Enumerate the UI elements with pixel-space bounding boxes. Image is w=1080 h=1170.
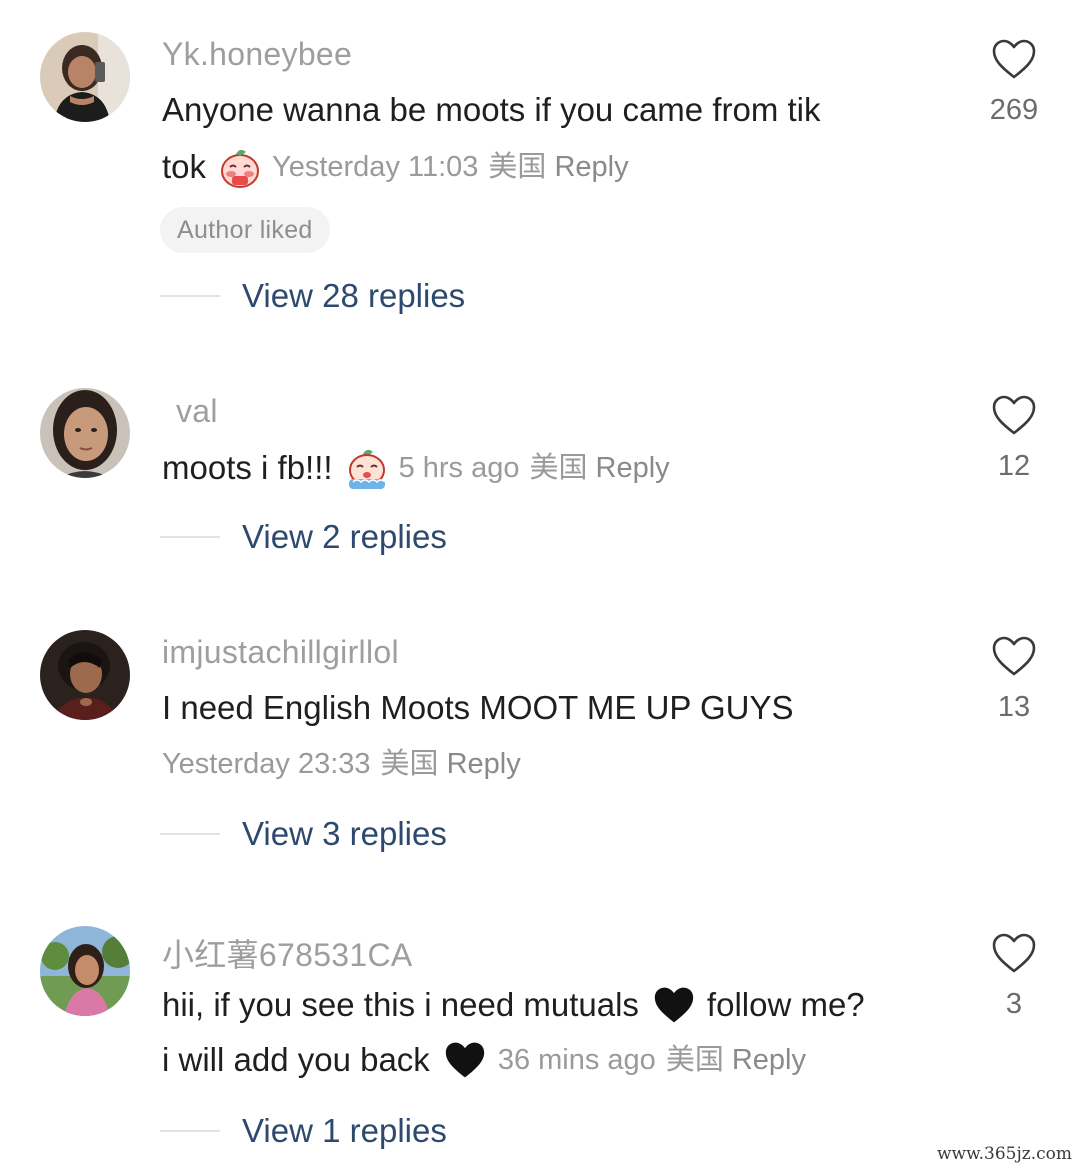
comment-timestamp: Yesterday 11:03 bbox=[272, 151, 479, 183]
view-replies-label: View 2 replies bbox=[242, 518, 447, 555]
comment-text: hii, if you see this i need mutuals foll… bbox=[162, 985, 865, 1025]
comment-text-line: tok bbox=[162, 148, 207, 185]
comment-text-continued: tok Yesterday 11:03 美国 Reply bbox=[162, 145, 629, 189]
username[interactable]: 小红薯678531CA bbox=[162, 930, 413, 976]
comment-text-line: hii, if you see this i need mutuals bbox=[162, 986, 639, 1023]
avatar[interactable] bbox=[40, 388, 130, 478]
heart-outline-icon[interactable] bbox=[991, 932, 1037, 974]
view-replies-button[interactable]: View 2 replies bbox=[160, 518, 447, 556]
comment-text-continued: i will add you back 36 mins ago 美国 Reply bbox=[162, 1040, 806, 1080]
avatar[interactable] bbox=[40, 630, 130, 720]
shy-blushing-face-emoji bbox=[218, 145, 262, 189]
comment-location: 美国 bbox=[380, 748, 439, 780]
view-replies-button[interactable]: View 3 replies bbox=[160, 815, 447, 853]
heart-outline-icon[interactable] bbox=[991, 635, 1037, 677]
comment-text-line: follow me? bbox=[706, 986, 865, 1023]
username[interactable]: val bbox=[176, 393, 218, 430]
comment-text: Anyone wanna be moots if you came from t… bbox=[162, 90, 821, 130]
comment-meta-row: Yesterday 23:33 美国 Reply bbox=[162, 744, 521, 784]
comment-text-line: Anyone wanna be moots if you came from t… bbox=[162, 91, 821, 128]
username[interactable]: Yk.honeybee bbox=[162, 36, 352, 73]
avatar[interactable] bbox=[40, 926, 130, 1016]
view-replies-button[interactable]: View 28 replies bbox=[160, 277, 465, 315]
comment-text-line: I need English Moots MOOT ME UP GUYS bbox=[162, 689, 794, 726]
like-column: 12 bbox=[980, 394, 1048, 483]
black-heart-emoji bbox=[653, 985, 695, 1025]
heart-outline-icon[interactable] bbox=[991, 38, 1037, 80]
view-replies-label: View 1 replies bbox=[242, 1112, 447, 1149]
comment-text: moots i fb!!! 5 hrs ago 美国 Reply bbox=[162, 446, 670, 490]
like-column: 3 bbox=[980, 932, 1048, 1021]
watermark: www.365jz.com bbox=[937, 1144, 1072, 1164]
like-count: 12 bbox=[997, 450, 1031, 482]
comment-text: I need English Moots MOOT ME UP GUYS bbox=[162, 688, 794, 728]
like-column: 13 bbox=[980, 635, 1048, 724]
author-liked-badge: Author liked bbox=[160, 207, 330, 253]
like-count: 3 bbox=[1005, 988, 1023, 1020]
comment-timestamp: 36 mins ago bbox=[497, 1044, 656, 1076]
like-count: 13 bbox=[997, 691, 1031, 723]
comment-timestamp: 5 hrs ago bbox=[398, 452, 520, 484]
comment-timestamp: Yesterday 23:33 bbox=[162, 748, 371, 780]
view-replies-button[interactable]: View 1 replies bbox=[160, 1112, 447, 1150]
like-count: 269 bbox=[989, 94, 1039, 126]
comment-location: 美国 bbox=[529, 452, 588, 484]
crying-face-emoji bbox=[345, 446, 389, 490]
like-column: 269 bbox=[980, 38, 1048, 127]
comment-location: 美国 bbox=[665, 1044, 724, 1076]
reply-button[interactable]: Reply bbox=[596, 448, 670, 488]
heart-outline-icon[interactable] bbox=[991, 394, 1037, 436]
view-replies-label: View 28 replies bbox=[242, 277, 466, 314]
divider bbox=[160, 295, 220, 297]
comment-location: 美国 bbox=[488, 151, 547, 183]
divider bbox=[160, 536, 220, 538]
comment-text-line: moots i fb!!! bbox=[162, 449, 333, 486]
black-heart-emoji bbox=[444, 1040, 486, 1080]
username[interactable]: imjustachillgirllol bbox=[162, 634, 399, 671]
reply-button[interactable]: Reply bbox=[732, 1040, 806, 1080]
divider bbox=[160, 1130, 220, 1132]
avatar[interactable] bbox=[40, 32, 130, 122]
reply-button[interactable]: Reply bbox=[554, 147, 628, 187]
divider bbox=[160, 833, 220, 835]
comment-text-line: i will add you back bbox=[162, 1041, 430, 1078]
view-replies-label: View 3 replies bbox=[242, 815, 447, 852]
reply-button[interactable]: Reply bbox=[447, 744, 521, 784]
